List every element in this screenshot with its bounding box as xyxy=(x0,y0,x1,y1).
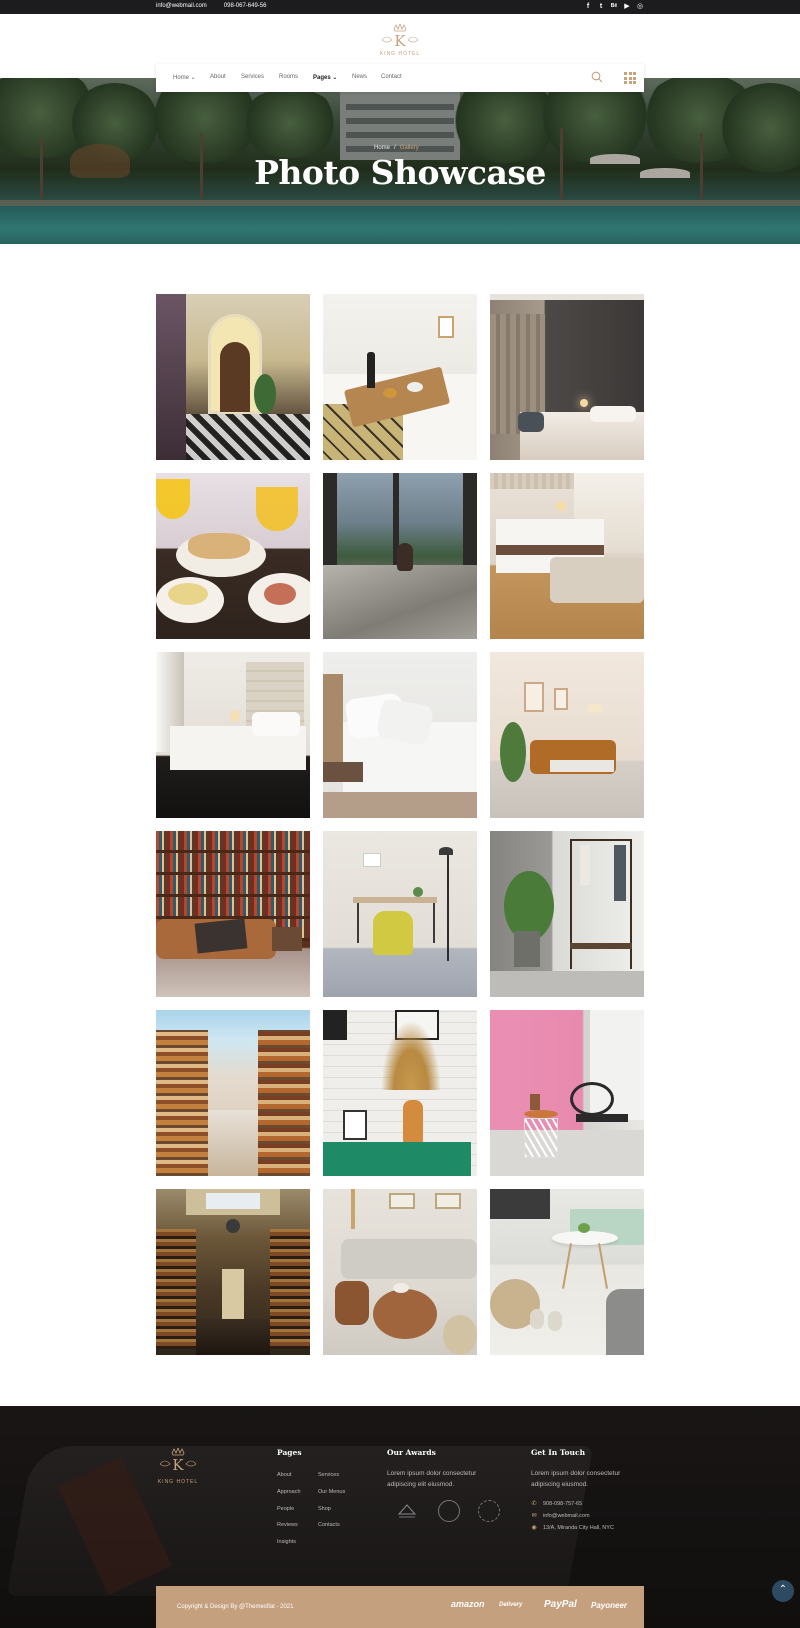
award-seal-icon xyxy=(478,1500,500,1522)
gallery-photo[interactable] xyxy=(323,1010,477,1176)
footer-link-approach[interactable]: Approach xyxy=(277,1489,301,1495)
breadcrumb-current: Gallery xyxy=(399,145,419,151)
gallery-photo[interactable] xyxy=(323,652,477,818)
mail-icon: ✉ xyxy=(531,1513,537,1519)
partner-paypal-logo: PayPal xyxy=(544,1599,577,1610)
gallery-photo[interactable] xyxy=(156,473,310,639)
nav-item-services[interactable]: Services xyxy=(241,74,264,80)
footer-contact-text: Lorem ipsum dolor consectetur adipiscing… xyxy=(531,1470,621,1488)
page: info@webmail.com 098-067-649-56 f t Bē ▶… xyxy=(0,0,800,1628)
logo-name: KING HOTEL xyxy=(379,51,421,57)
main-nav: Home ⌄ About Services Rooms Pages ⌄ News… xyxy=(156,64,644,92)
photo-gallery xyxy=(156,294,644,1355)
search-icon[interactable] xyxy=(591,71,603,83)
social-links: f t Bē ▶ ◎ xyxy=(584,2,644,11)
top-phone[interactable]: 098-067-649-56 xyxy=(224,3,267,9)
footer-link-our-menus[interactable]: Our Menus xyxy=(318,1489,345,1495)
menu-grid-icon[interactable] xyxy=(624,72,636,84)
top-contact: info@webmail.com 098-067-649-56 xyxy=(156,3,266,9)
top-bar: info@webmail.com 098-067-649-56 f t Bē ▶… xyxy=(0,0,800,14)
behance-icon[interactable]: Bē xyxy=(610,2,618,11)
facebook-icon[interactable]: f xyxy=(584,2,592,11)
scroll-to-top-button[interactable]: ⌃ xyxy=(772,1580,794,1602)
page-title: Photo Showcase xyxy=(254,153,546,192)
footer-link-insights[interactable]: Insights xyxy=(277,1539,296,1545)
footer-pages-heading: Pages xyxy=(277,1448,302,1457)
crown-logo-icon: K xyxy=(159,1446,197,1474)
gallery-photo[interactable] xyxy=(490,831,644,997)
gallery-photo[interactable] xyxy=(323,294,477,460)
footer-link-services[interactable]: Services xyxy=(318,1472,339,1478)
footer-contact-heading: Get In Touch xyxy=(531,1448,586,1457)
crown-logo-icon: K xyxy=(381,24,419,50)
award-badge-icon xyxy=(396,1500,418,1522)
gallery-photo[interactable] xyxy=(156,1010,310,1176)
site-logo[interactable]: K KING HOTEL xyxy=(373,24,427,58)
footer-bottom-bar: Copyright & Design By @Themesflat - 2021… xyxy=(156,1586,644,1628)
nav-item-news[interactable]: News xyxy=(352,74,367,80)
nav-item-home[interactable]: Home ⌄ xyxy=(173,74,196,81)
location-pin-icon: ◉ xyxy=(531,1525,537,1531)
breadcrumb: Home / Gallery xyxy=(374,145,419,151)
nav-item-about[interactable]: About xyxy=(210,74,226,80)
footer-awards-heading: Our Awards xyxy=(387,1448,436,1457)
gallery-photo[interactable] xyxy=(156,652,310,818)
breadcrumb-separator: / xyxy=(394,145,396,151)
footer-link-about[interactable]: About xyxy=(277,1472,291,1478)
footer-awards-text: Lorem ipsum dolor consectetur adipiscing… xyxy=(387,1470,477,1488)
footer-address: ◉ 13/A, Miranda City Hall, NYC xyxy=(531,1524,614,1532)
gallery-photo[interactable] xyxy=(156,294,310,460)
twitter-icon[interactable]: t xyxy=(597,2,605,11)
footer-link-reviews[interactable]: Reviews xyxy=(277,1522,298,1528)
gallery-photo[interactable] xyxy=(323,473,477,639)
footer-link-shop[interactable]: Shop xyxy=(318,1506,331,1512)
arrow-up-icon: ⌃ xyxy=(778,1584,788,1595)
gallery-photo[interactable] xyxy=(490,294,644,460)
youtube-icon[interactable]: ▶ xyxy=(623,2,631,11)
nav-item-contact[interactable]: Contact xyxy=(381,74,402,80)
footer-phone[interactable]: ✆ 908-098-757-65 xyxy=(531,1500,582,1508)
gallery-photo[interactable] xyxy=(323,1189,477,1355)
footer-logo-name: KING HOTEL xyxy=(157,1479,199,1485)
gallery-photo[interactable] xyxy=(156,831,310,997)
instagram-icon[interactable]: ◎ xyxy=(636,2,644,11)
gallery-photo[interactable] xyxy=(490,473,644,639)
breadcrumb-home[interactable]: Home xyxy=(374,145,390,151)
award-laurel-icon xyxy=(438,1500,460,1522)
footer-email[interactable]: ✉ info@webmail.com xyxy=(531,1512,589,1520)
gallery-photo[interactable] xyxy=(323,831,477,997)
phone-icon: ✆ xyxy=(531,1501,537,1507)
gallery-photo[interactable] xyxy=(490,1189,644,1355)
gallery-photo[interactable] xyxy=(156,1189,310,1355)
footer-link-people[interactable]: People xyxy=(277,1506,294,1512)
top-email[interactable]: info@webmail.com xyxy=(156,3,207,9)
footer-link-contacts[interactable]: Contacts xyxy=(318,1522,340,1528)
logo-initial: K xyxy=(394,32,406,50)
partner-payoneer-logo: Payoneer xyxy=(591,1601,628,1610)
nav-item-pages[interactable]: Pages ⌄ xyxy=(313,74,337,81)
partner-delivery-logo: Delivery xyxy=(499,1602,523,1608)
gallery-photo[interactable] xyxy=(490,652,644,818)
partner-amazon-logo: amazon xyxy=(451,1599,485,1609)
gallery-photo[interactable] xyxy=(490,1010,644,1176)
logo-initial: K xyxy=(172,1456,184,1474)
nav-item-rooms[interactable]: Rooms xyxy=(279,74,298,80)
copyright-text: Copyright & Design By @Themesflat - 2021 xyxy=(177,1604,294,1610)
footer-logo[interactable]: K KING HOTEL xyxy=(154,1446,202,1485)
